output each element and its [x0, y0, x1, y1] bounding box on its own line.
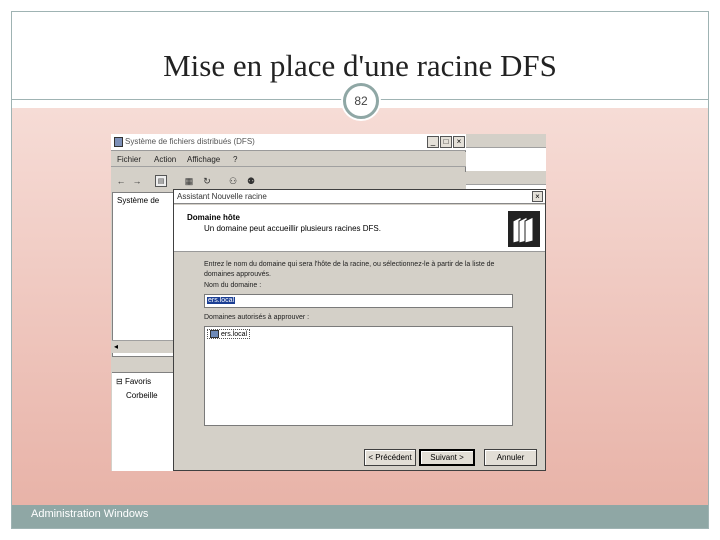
menu-action[interactable]: Action — [154, 155, 176, 164]
list-item-label: ers.local — [221, 330, 248, 338]
domain-name-input[interactable]: ers.local — [204, 294, 513, 308]
dialog-header: Domaine hôte Un domaine peut accueillir … — [174, 205, 545, 252]
console-tree-icon[interactable]: ▤ — [155, 175, 167, 187]
next-button[interactable]: Suivant > — [419, 449, 475, 466]
menu-help[interactable]: ? — [233, 155, 237, 164]
scroll-left-icon[interactable]: ◂ — [114, 342, 118, 351]
dialog-titlebar: Assistant Nouvelle racine × — [174, 190, 545, 204]
refresh-icon[interactable]: ↻ — [201, 175, 213, 187]
maximize-button[interactable]: □ — [440, 136, 452, 148]
dialog-header-title: Domaine hôte — [187, 213, 240, 222]
forward-arrow-icon[interactable]: → — [131, 175, 143, 187]
instructions-text: Entrez le nom du domaine qui sera l'hôte… — [204, 261, 495, 278]
connect-root-icon[interactable]: ⚇ — [227, 175, 239, 187]
back-arrow-icon[interactable]: ← — [115, 175, 127, 187]
dfs-icon — [114, 137, 123, 147]
previous-button[interactable]: < Précédent — [364, 449, 416, 466]
console-tree: Système de — [112, 192, 174, 357]
dialog-header-subtitle: Un domaine peut accueillir plusieurs rac… — [204, 224, 381, 233]
dialog-close-button[interactable]: × — [532, 191, 543, 202]
domain-name-value: ers.local — [207, 297, 236, 304]
footer-text: Administration Windows — [31, 508, 149, 520]
new-root-wizard: Assistant Nouvelle racine × Domaine hôte… — [173, 189, 546, 471]
domain-name-label: Nom du domaine : — [204, 282, 262, 289]
menu-affichage[interactable]: Affichage — [187, 155, 220, 164]
dialog-title: Assistant Nouvelle racine — [177, 192, 267, 201]
list-item[interactable]: ers.local — [207, 329, 251, 339]
menu-fichier[interactable]: Fichier — [117, 155, 141, 164]
tree-item-root[interactable]: Système de — [117, 196, 159, 205]
minimize-button[interactable]: _ — [427, 136, 439, 148]
tree-item-corbeille[interactable]: Corbeille — [126, 391, 158, 400]
slide: Mise en place d'une racine DFS 82 Systèm… — [0, 0, 720, 540]
folder-stack-icon — [508, 211, 540, 247]
window-titlebar: Système de fichiers distribués (DFS) _ □… — [111, 134, 466, 151]
close-window-button[interactable]: × — [453, 136, 465, 148]
screenshot: Système de fichiers distribués (DFS) _ □… — [111, 134, 546, 471]
trusted-domains-list[interactable]: ers.local — [204, 326, 513, 426]
tree-item-favoris-label: Favoris — [124, 377, 152, 386]
cancel-button[interactable]: Annuler — [484, 449, 537, 466]
slide-title: Mise en place d'une racine DFS — [163, 48, 557, 83]
panel-strip — [466, 134, 546, 148]
properties-icon[interactable]: ▦ — [183, 175, 195, 187]
footer-bar: Administration Windows — [12, 505, 708, 528]
page-number-badge: 82 — [343, 83, 379, 119]
panel-strip — [466, 171, 546, 185]
tree-scrollbar[interactable]: ◂ — [112, 340, 174, 353]
lower-tree: ⊟ Favoris Corbeille — [112, 372, 174, 471]
tree-item-corbeille-label: Corbeille — [126, 391, 158, 400]
new-root-icon[interactable]: ⚉ — [245, 175, 257, 187]
window-title: Système de fichiers distribués (DFS) — [125, 137, 255, 146]
toolbar: ← → ▤ ▦ ↻ ⚇ ⚉ — [111, 172, 466, 190]
network-domain-icon — [210, 330, 219, 338]
trusted-domains-label: Domaines autorisés à approuver : — [204, 314, 310, 321]
menubar: Fichier Action Affichage ? — [111, 152, 466, 167]
tree-item-favoris[interactable]: ⊟ Favoris — [116, 377, 151, 386]
